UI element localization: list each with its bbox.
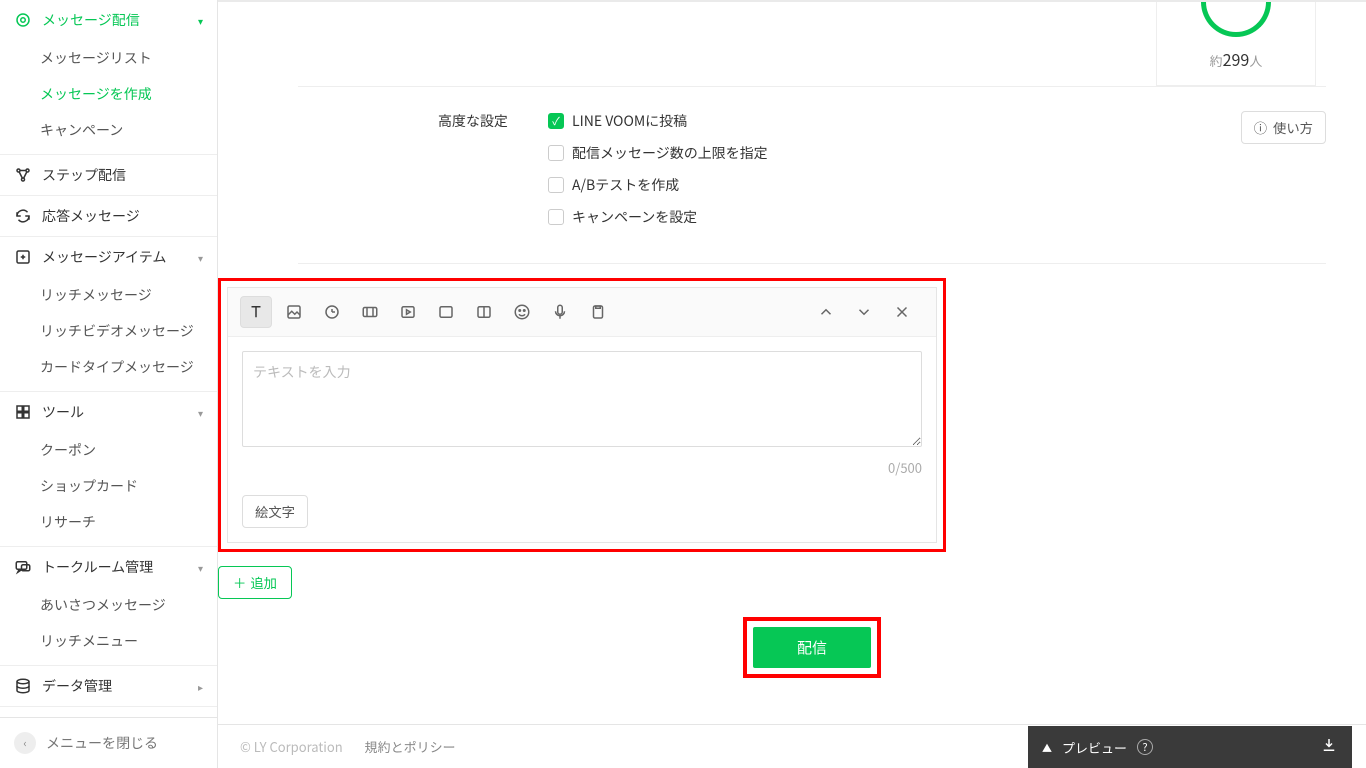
emoji-insert-button[interactable]: 絵文字 [242, 495, 308, 528]
nav-label: 応答メッセージ [42, 206, 203, 226]
help-icon: ? [1137, 739, 1153, 755]
policy-link[interactable]: 規約とポリシー [365, 737, 456, 756]
checkbox-line-voom[interactable]: ✓ LINE VOOMに投稿 [548, 111, 1241, 131]
sidebar-item-coupon[interactable]: クーポン [0, 432, 217, 468]
step-icon [14, 166, 32, 184]
tool-survey-button[interactable] [582, 296, 614, 328]
nav-label: トークルーム管理 [42, 557, 198, 577]
editor-toolbar [228, 288, 936, 337]
sidebar-close-label: メニューを閉じる [46, 733, 158, 753]
triangle-up-icon: ▲ [1042, 740, 1052, 755]
sidebar-item-rich-video[interactable]: リッチビデオメッセージ [0, 313, 217, 349]
chevron-right-icon: ▸ [198, 679, 203, 694]
chevron-down-icon: ▾ [198, 250, 203, 265]
chevron-down-icon: ▾ [198, 405, 203, 420]
reply-icon [14, 207, 32, 225]
tool-text-button[interactable] [240, 296, 272, 328]
sidebar-item-campaign[interactable]: キャンペーン [0, 112, 217, 148]
nav-section-grow-friends[interactable]: 友だちを増やす ▾ [0, 707, 217, 717]
chevron-down-icon: ▾ [198, 560, 203, 575]
sidebar-item-greeting[interactable]: あいさつメッセージ [0, 587, 217, 623]
sidebar-item-card-type[interactable]: カードタイプメッセージ [0, 349, 217, 385]
checkbox-icon [548, 209, 564, 225]
send-button[interactable]: 配信 [753, 627, 871, 668]
checkbox-label: A/Bテストを作成 [572, 175, 679, 195]
move-down-button[interactable] [848, 296, 880, 328]
add-box-icon [14, 248, 32, 266]
nav-section-tools[interactable]: ツール ▾ [0, 392, 217, 432]
tool-emoji-button[interactable] [506, 296, 538, 328]
sidebar-item-rich-message[interactable]: リッチメッセージ [0, 277, 217, 313]
checkbox-label: LINE VOOMに投稿 [572, 111, 687, 131]
nav-label: メッセージ配信 [42, 10, 198, 30]
nav-section-message-items[interactable]: メッセージアイテム ▾ [0, 237, 217, 277]
reach-count-text: 約299人 [1210, 47, 1263, 71]
message-textarea[interactable] [242, 351, 922, 447]
tool-coupon-button[interactable] [354, 296, 386, 328]
usage-label: 使い方 [1273, 118, 1313, 137]
checkbox-ab-test[interactable]: A/Bテストを作成 [548, 175, 1241, 195]
preview-bar[interactable]: ▲ プレビュー ? [1028, 726, 1352, 768]
sidebar-collapse-button[interactable]: ‹ メニューを閉じる [0, 717, 217, 768]
checkbox-campaign[interactable]: キャンペーンを設定 [548, 207, 1241, 227]
chat-icon [14, 558, 32, 576]
move-up-button[interactable] [810, 296, 842, 328]
nav-label: メッセージアイテム [42, 247, 198, 267]
preview-label: プレビュー [1062, 738, 1127, 757]
message-editor: 0/500 絵文字 [227, 287, 937, 543]
nav-section-broadcast[interactable]: メッセージ配信 ▾ [0, 0, 217, 40]
checkbox-icon [548, 177, 564, 193]
usage-button[interactable]: ⓘ 使い方 [1241, 111, 1326, 144]
tool-stamp-button[interactable] [316, 296, 348, 328]
tool-image-button[interactable] [278, 296, 310, 328]
tool-video-button[interactable] [392, 296, 424, 328]
checkbox-limit-messages[interactable]: 配信メッセージ数の上限を指定 [548, 143, 1241, 163]
chevron-left-icon: ‹ [14, 732, 36, 754]
sidebar: メッセージ配信 ▾ メッセージリスト メッセージを作成 キャンペーン ステップ配… [0, 0, 218, 768]
nav-section-data[interactable]: データ管理 ▸ [0, 666, 217, 706]
sidebar-item-message-create[interactable]: メッセージを作成 [0, 76, 217, 112]
tool-voice-button[interactable] [544, 296, 576, 328]
nav-section-talkroom[interactable]: トークルーム管理 ▾ [0, 547, 217, 587]
broadcast-icon [14, 11, 32, 29]
sidebar-item-rich-menu[interactable]: リッチメニュー [0, 623, 217, 659]
checkbox-label: キャンペーンを設定 [572, 207, 697, 227]
info-icon: ⓘ [1254, 118, 1267, 137]
copyright-text: © LY Corporation [240, 737, 343, 756]
add-block-button[interactable]: ＋ 追加 [218, 566, 292, 599]
sidebar-item-message-list[interactable]: メッセージリスト [0, 40, 217, 76]
target-reach-card: 約299人 [1156, 2, 1316, 86]
download-icon[interactable] [1320, 736, 1338, 758]
tool-richmsg-button[interactable] [430, 296, 462, 328]
nav-section-step[interactable]: ステップ配信 [0, 155, 217, 195]
add-label: 追加 [250, 573, 277, 592]
checkbox-icon: ✓ [548, 113, 564, 129]
reach-gauge-icon [1201, 2, 1271, 37]
nav-label: データ管理 [42, 676, 198, 696]
tool-richvideo-button[interactable] [468, 296, 500, 328]
main: 約299人 高度な設定 ✓ LINE VOOMに投稿 [218, 0, 1366, 768]
plus-icon: ＋ [233, 573, 246, 592]
sidebar-item-research[interactable]: リサーチ [0, 504, 217, 540]
chevron-down-icon: ▾ [198, 13, 203, 28]
grid-icon [14, 403, 32, 421]
advanced-settings-label: 高度な設定 [298, 111, 548, 239]
nav-label: ステップ配信 [42, 165, 203, 185]
checkbox-label: 配信メッセージ数の上限を指定 [572, 143, 768, 163]
checkbox-icon [548, 145, 564, 161]
close-block-button[interactable] [886, 296, 918, 328]
char-counter: 0/500 [242, 458, 922, 477]
database-icon [14, 677, 32, 695]
sidebar-item-shop-card[interactable]: ショップカード [0, 468, 217, 504]
nav-section-auto-response[interactable]: 応答メッセージ [0, 196, 217, 236]
nav-label: ツール [42, 402, 198, 422]
